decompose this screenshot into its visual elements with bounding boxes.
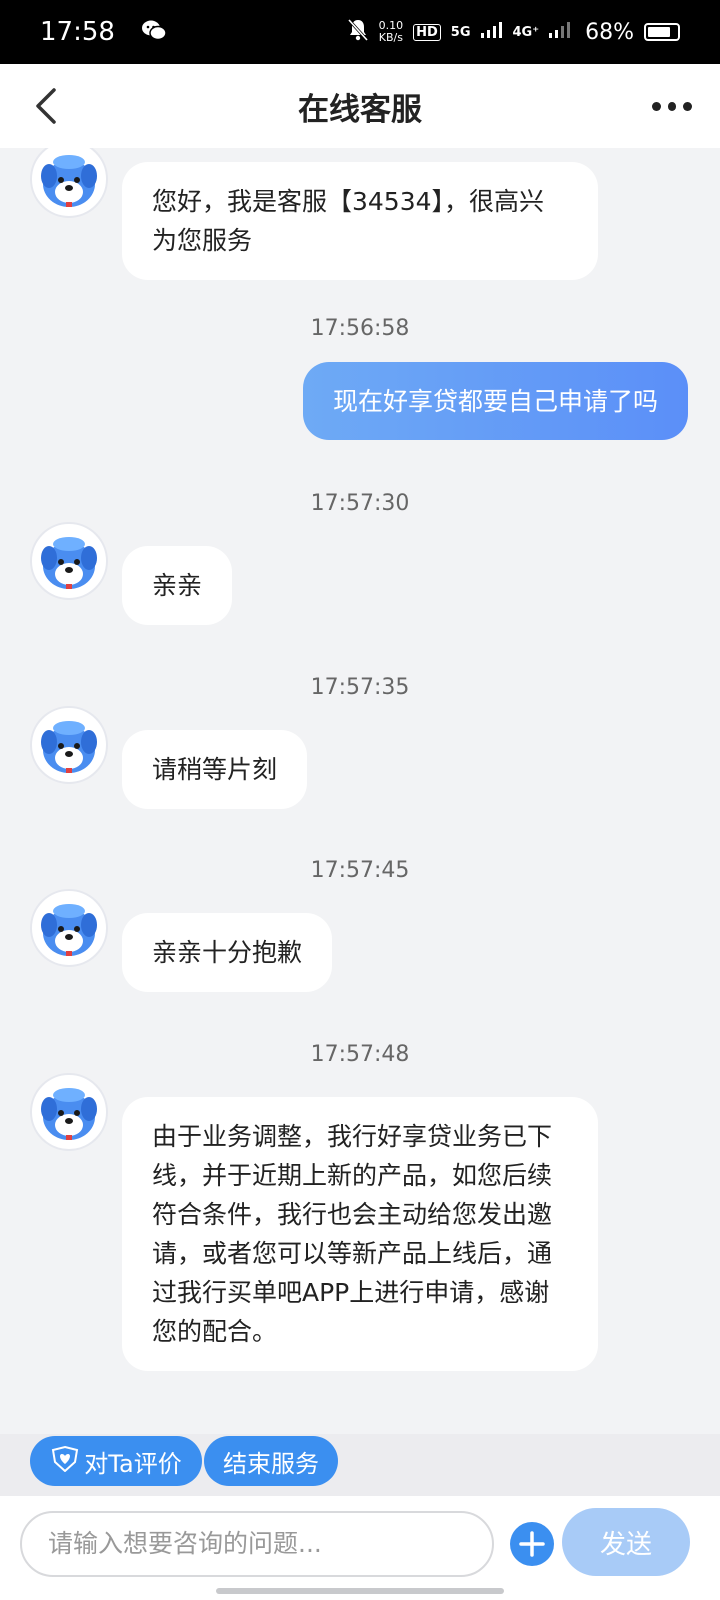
message-input[interactable]: 请输入想要咨询的问题... <box>20 1511 494 1577</box>
network-4g: 4G⁺ <box>512 24 540 40</box>
speed-unit: KB/s <box>378 31 403 44</box>
back-icon[interactable] <box>30 86 70 126</box>
wechat-icon <box>141 19 167 46</box>
signal-icon <box>480 22 503 42</box>
send-button[interactable]: 发送 <box>562 1508 690 1576</box>
agent-message: 亲亲 <box>122 546 233 625</box>
battery-percent: 68% <box>585 19 634 45</box>
agent-avatar <box>30 706 108 784</box>
agent-message: 由于业务调整，我行好享贷业务已下线，并于近期上新的产品，如您后续符合条件，我行也… <box>122 1097 598 1371</box>
message-time: 17:57:35 <box>310 675 410 700</box>
more-icon[interactable] <box>652 94 693 118</box>
agent-avatar <box>30 522 108 600</box>
signal-icon-2 <box>549 22 571 42</box>
agent-message: 亲亲十分抱歉 <box>122 913 333 992</box>
message-time: 17:56:58 <box>310 316 410 341</box>
mute-bell-icon <box>347 18 369 46</box>
plus-icon[interactable] <box>510 1522 554 1566</box>
message-time: 17:57:48 <box>310 1042 410 1067</box>
battery-icon <box>644 23 680 41</box>
heart-shield-icon <box>50 1444 80 1478</box>
network-5g: 5G <box>450 24 471 40</box>
message-time: 17:57:45 <box>310 858 410 883</box>
status-time: 17:58 <box>40 17 115 47</box>
network-speed: 0.10 KB/s <box>379 20 404 44</box>
page-title: 在线客服 <box>298 91 422 128</box>
home-indicator[interactable] <box>216 1588 504 1594</box>
status-indicators: 0.10 KB/s HD 5G 4G⁺ 68% <box>347 18 680 46</box>
agent-avatar <box>30 889 108 967</box>
end-service-button[interactable]: 结束服务 <box>204 1436 338 1486</box>
chat-list[interactable]: 您好，我是客服【34534】，很高兴为您服务 17:56:58 现在好享贷都要自… <box>0 148 720 1434</box>
agent-message: 您好，我是客服【34534】，很高兴为您服务 <box>122 162 598 280</box>
hd-badge: HD <box>413 23 441 41</box>
agent-avatar <box>30 148 108 218</box>
status-bar: 17:58 0.10 KB/s HD 5G 4G⁺ 68% <box>0 0 720 64</box>
agent-message: 请稍等片刻 <box>122 730 308 809</box>
agent-avatar <box>30 1073 108 1151</box>
message-time: 17:57:30 <box>310 491 410 516</box>
end-service-label: 结束服务 <box>223 1449 319 1478</box>
input-bar: 请输入想要咨询的问题... 发送 <box>0 1496 720 1600</box>
rate-agent-button[interactable]: 对Ta评价 <box>30 1436 202 1486</box>
user-message: 现在好享贷都要自己申请了吗 <box>302 362 688 440</box>
app-header: 在线客服 <box>0 64 720 148</box>
rate-agent-label: 对Ta评价 <box>84 1449 182 1478</box>
